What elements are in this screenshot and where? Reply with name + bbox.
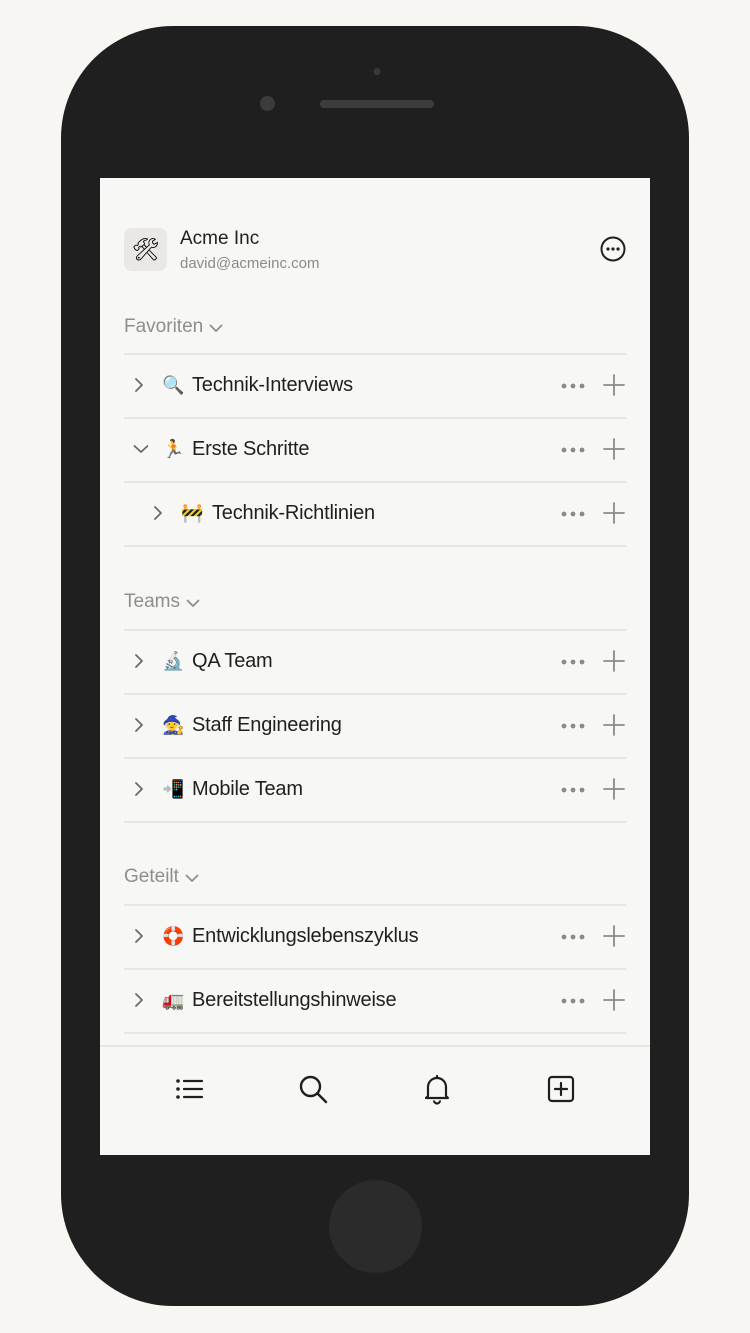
list-item[interactable]: 🛟 Entwicklungslebenszyklus bbox=[124, 906, 626, 970]
section-title: Geteilt bbox=[124, 866, 179, 887]
more-icon[interactable] bbox=[560, 382, 586, 390]
chevron-down-icon bbox=[209, 324, 223, 332]
page-label: Mobile Team bbox=[192, 778, 303, 800]
workspace-name: Acme Inc bbox=[180, 228, 260, 249]
chevron-right-icon[interactable] bbox=[132, 377, 146, 393]
section-teams[interactable]: Teams bbox=[124, 591, 200, 613]
chevron-right-icon[interactable] bbox=[132, 653, 146, 669]
front-camera bbox=[260, 96, 275, 111]
microscope-emoji-icon: 🔬 bbox=[162, 651, 185, 671]
app-screen: 🛠 Acme Inc david@acmeinc.com Favoriten 🔍… bbox=[100, 178, 650, 1155]
teams-list: 🔬 QA Team 🧙 Staff Engineering 📲 Mobile T… bbox=[124, 629, 626, 823]
construction-emoji-icon: 🚧 bbox=[181, 503, 204, 523]
chevron-down-icon[interactable] bbox=[132, 441, 148, 457]
more-icon[interactable] bbox=[560, 446, 586, 454]
lifebuoy-emoji-icon: 🛟 bbox=[162, 926, 185, 946]
earpiece-speaker bbox=[320, 100, 434, 108]
search-emoji-icon: 🔍 bbox=[162, 375, 185, 395]
chevron-right-icon[interactable] bbox=[151, 505, 165, 521]
tools-icon: 🛠 bbox=[124, 228, 167, 271]
more-icon[interactable] bbox=[560, 997, 586, 1005]
bell-icon[interactable] bbox=[421, 1073, 453, 1105]
add-icon[interactable] bbox=[603, 778, 625, 800]
page-label: Bereitstellungshinweise bbox=[192, 989, 397, 1011]
truck-emoji-icon: 🚛 bbox=[162, 990, 185, 1010]
page-label: QA Team bbox=[192, 650, 273, 672]
page-label: Erste Schritte bbox=[192, 438, 310, 460]
more-icon[interactable] bbox=[560, 510, 586, 518]
more-icon[interactable] bbox=[560, 722, 586, 730]
workspace-header[interactable]: 🛠 Acme Inc david@acmeinc.com bbox=[124, 228, 626, 274]
add-icon[interactable] bbox=[603, 650, 625, 672]
more-icon[interactable] bbox=[560, 786, 586, 794]
more-options-icon[interactable] bbox=[600, 236, 626, 262]
chevron-right-icon[interactable] bbox=[132, 992, 146, 1008]
more-icon[interactable] bbox=[560, 658, 586, 666]
search-icon[interactable] bbox=[297, 1073, 329, 1105]
more-icon[interactable] bbox=[560, 933, 586, 941]
list-item[interactable]: 🔬 QA Team bbox=[124, 631, 626, 695]
chevron-right-icon[interactable] bbox=[132, 717, 146, 733]
list-item[interactable]: 🔍 Technik-Interviews bbox=[124, 355, 626, 419]
list-item[interactable]: 🚛 Bereitstellungshinweise bbox=[124, 970, 626, 1034]
section-title: Teams bbox=[124, 591, 180, 612]
add-icon[interactable] bbox=[603, 374, 625, 396]
runner-emoji-icon: 🏃 bbox=[162, 439, 185, 459]
page-label: Technik-Richtlinien bbox=[212, 502, 375, 524]
favorites-list: 🔍 Technik-Interviews 🏃 Erste Schritte 🚧 … bbox=[124, 353, 626, 547]
add-icon[interactable] bbox=[603, 502, 625, 524]
mobile-phone-emoji-icon: 📲 bbox=[162, 779, 185, 799]
list-item[interactable]: 📲 Mobile Team bbox=[124, 759, 626, 823]
list-item[interactable]: 🧙 Staff Engineering bbox=[124, 695, 626, 759]
add-icon[interactable] bbox=[603, 925, 625, 947]
section-shared[interactable]: Geteilt bbox=[124, 866, 199, 888]
wizard-emoji-icon: 🧙 bbox=[162, 715, 185, 735]
page-label: Entwicklungslebenszyklus bbox=[192, 925, 419, 947]
chevron-down-icon bbox=[185, 874, 199, 882]
chevron-right-icon[interactable] bbox=[132, 928, 146, 944]
list-item[interactable]: 🚧 Technik-Richtlinien bbox=[124, 483, 626, 547]
add-icon[interactable] bbox=[603, 989, 625, 1011]
home-button[interactable] bbox=[329, 1180, 422, 1273]
page-label: Technik-Interviews bbox=[192, 374, 353, 396]
chevron-down-icon bbox=[186, 599, 200, 607]
page-label: Staff Engineering bbox=[192, 714, 342, 736]
chevron-right-icon[interactable] bbox=[132, 781, 146, 797]
add-icon[interactable] bbox=[603, 714, 625, 736]
section-favorites[interactable]: Favoriten bbox=[124, 316, 223, 338]
add-icon[interactable] bbox=[603, 438, 625, 460]
new-page-icon[interactable] bbox=[545, 1073, 577, 1105]
shared-list: 🛟 Entwicklungslebenszyklus 🚛 Bereitstell… bbox=[124, 904, 626, 1034]
section-title: Favoriten bbox=[124, 316, 204, 337]
list-item[interactable]: 🏃 Erste Schritte bbox=[124, 419, 626, 483]
bottom-tab-bar bbox=[100, 1045, 650, 1155]
workspace-email: david@acmeinc.com bbox=[180, 255, 320, 272]
list-icon[interactable] bbox=[173, 1073, 205, 1105]
proximity-sensor bbox=[373, 68, 381, 75]
